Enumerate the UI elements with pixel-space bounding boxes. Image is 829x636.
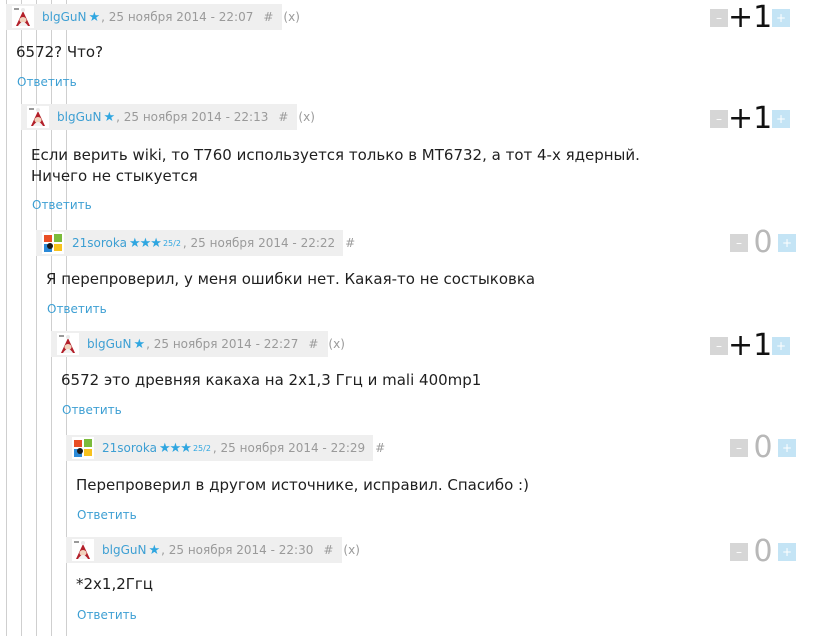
thread-rail [6, 0, 7, 636]
permalink-link[interactable]: # [263, 10, 273, 24]
thread-rail [36, 0, 37, 636]
rating-stars-icon: ★ [148, 542, 160, 558]
rating-stars-icon: ★ [133, 336, 145, 352]
vote-down-button[interactable]: – [730, 543, 748, 561]
comment-header: 21soroka ★★★ 25/2, 25 ноября 2014 - 22:22 # [36, 230, 355, 256]
santa-avatar-icon[interactable] [12, 6, 34, 28]
permalink-link[interactable]: # [345, 236, 355, 250]
vote-up-button[interactable]: + [778, 543, 796, 561]
username-link[interactable]: 21soroka [72, 236, 127, 250]
comment-date: , 25 ноября 2014 - 22:22 [182, 236, 336, 250]
username-link[interactable]: blgGuN [42, 10, 86, 24]
santa-avatar-icon[interactable] [57, 333, 79, 355]
comment-text-line: Перепроверил в другом источнике, исправи… [76, 476, 529, 494]
comment-header: blgGuN ★, 25 ноября 2014 - 22:27 # (x) [51, 331, 345, 357]
comment-date: , 25 ноября 2014 - 22:13 [116, 110, 269, 124]
username-link[interactable]: blgGuN [102, 543, 146, 557]
vote-down-button[interactable]: – [730, 439, 748, 457]
vote-score: +1 [728, 328, 773, 363]
reply-link[interactable]: Ответить [47, 302, 107, 316]
comment-date: , 25 ноября 2014 - 22:27 [146, 337, 299, 351]
comment-date: , 25 ноября 2014 - 22:29 [212, 441, 366, 455]
vote-widget: – +1 + [710, 330, 790, 362]
thread-rail [21, 0, 22, 636]
reply-link[interactable]: Ответить [17, 75, 77, 89]
vote-score: 0 [753, 225, 773, 260]
comment-text-line: Ничего не стыкуется [31, 167, 198, 185]
vote-widget: – +1 + [710, 2, 790, 34]
vote-down-button[interactable]: – [730, 234, 748, 252]
comment-text-line: 6572? Что? [16, 43, 104, 61]
vote-score: 0 [753, 534, 773, 569]
comment-body: Я перепроверил, у меня ошибки нет. Какая… [46, 269, 535, 290]
rating-stars-icon: ★★★ [158, 440, 192, 456]
username-link[interactable]: blgGuN [87, 337, 131, 351]
vote-widget: – +1 + [710, 103, 790, 135]
reply-link[interactable]: Ответить [32, 198, 92, 212]
vote-up-button[interactable]: + [772, 9, 790, 27]
comment-header: blgGuN ★, 25 ноября 2014 - 22:13 # (x) [21, 104, 315, 130]
comment-body: Перепроверил в другом источнике, исправи… [76, 475, 529, 496]
permalink-link[interactable]: # [375, 441, 385, 455]
thread-rail [51, 0, 52, 636]
rating-stars-icon: ★ [103, 109, 115, 125]
vote-score: +1 [728, 101, 773, 136]
comment-body: *2х1,2Ггц [76, 574, 153, 595]
vote-up-button[interactable]: + [778, 234, 796, 252]
windows-avatar-icon[interactable] [72, 437, 94, 459]
vote-up-button[interactable]: + [778, 439, 796, 457]
vote-widget: –0 + [730, 536, 796, 568]
reply-link[interactable]: Ответить [77, 508, 137, 522]
comment-text-line: Я перепроверил, у меня ошибки нет. Какая… [46, 270, 536, 288]
vote-up-button[interactable]: + [772, 110, 790, 128]
user-rank: 25/2 [162, 238, 181, 248]
vote-widget: –0 + [730, 227, 796, 259]
comment-body: 6572 это древняя какаха на 2х1,3 Ггц и m… [61, 370, 481, 391]
username-link[interactable]: blgGuN [57, 110, 101, 124]
user-rank: 25/2 [192, 443, 211, 453]
vote-down-button[interactable]: – [710, 9, 728, 27]
comment-text-line: *2х1,2Ггц [76, 575, 154, 593]
vote-score: +1 [728, 0, 773, 35]
rating-stars-icon: ★★★ [128, 235, 162, 251]
santa-avatar-icon[interactable] [27, 106, 49, 128]
permalink-link[interactable]: # [323, 543, 333, 557]
vote-down-button[interactable]: – [710, 110, 728, 128]
vote-score: 0 [753, 430, 773, 465]
vote-widget: –0 + [730, 432, 796, 464]
comment-text-line: 6572 это древняя какаха на 2х1,3 Ггц и m… [61, 371, 482, 389]
comment-body: 6572? Что? [16, 42, 103, 63]
comment-body: Если верить wiki, то T760 используется т… [31, 145, 640, 187]
comment-header: 21soroka ★★★ 25/2, 25 ноября 2014 - 22:29 # [66, 435, 385, 461]
permalink-link[interactable]: # [278, 110, 288, 124]
delete-link[interactable]: (x) [328, 337, 344, 351]
delete-link[interactable]: (x) [343, 543, 359, 557]
reply-link[interactable]: Ответить [77, 608, 137, 622]
rating-stars-icon: ★ [88, 9, 100, 25]
permalink-link[interactable]: # [308, 337, 318, 351]
comment-header: blgGuN ★, 25 ноября 2014 - 22:30 # (x) [66, 537, 360, 563]
comment-date: , 25 ноября 2014 - 22:07 [101, 10, 254, 24]
delete-link[interactable]: (x) [298, 110, 314, 124]
comment-header: blgGuN ★, 25 ноября 2014 - 22:07 # (x) [6, 4, 300, 30]
windows-avatar-icon[interactable] [42, 232, 64, 254]
reply-link[interactable]: Ответить [62, 403, 122, 417]
vote-up-button[interactable]: + [772, 337, 790, 355]
comment-text-line: Если верить wiki, то T760 используется т… [31, 146, 640, 164]
santa-avatar-icon[interactable] [72, 539, 94, 561]
delete-link[interactable]: (x) [283, 10, 299, 24]
username-link[interactable]: 21soroka [102, 441, 157, 455]
vote-down-button[interactable]: – [710, 337, 728, 355]
comment-date: , 25 ноября 2014 - 22:30 [161, 543, 314, 557]
